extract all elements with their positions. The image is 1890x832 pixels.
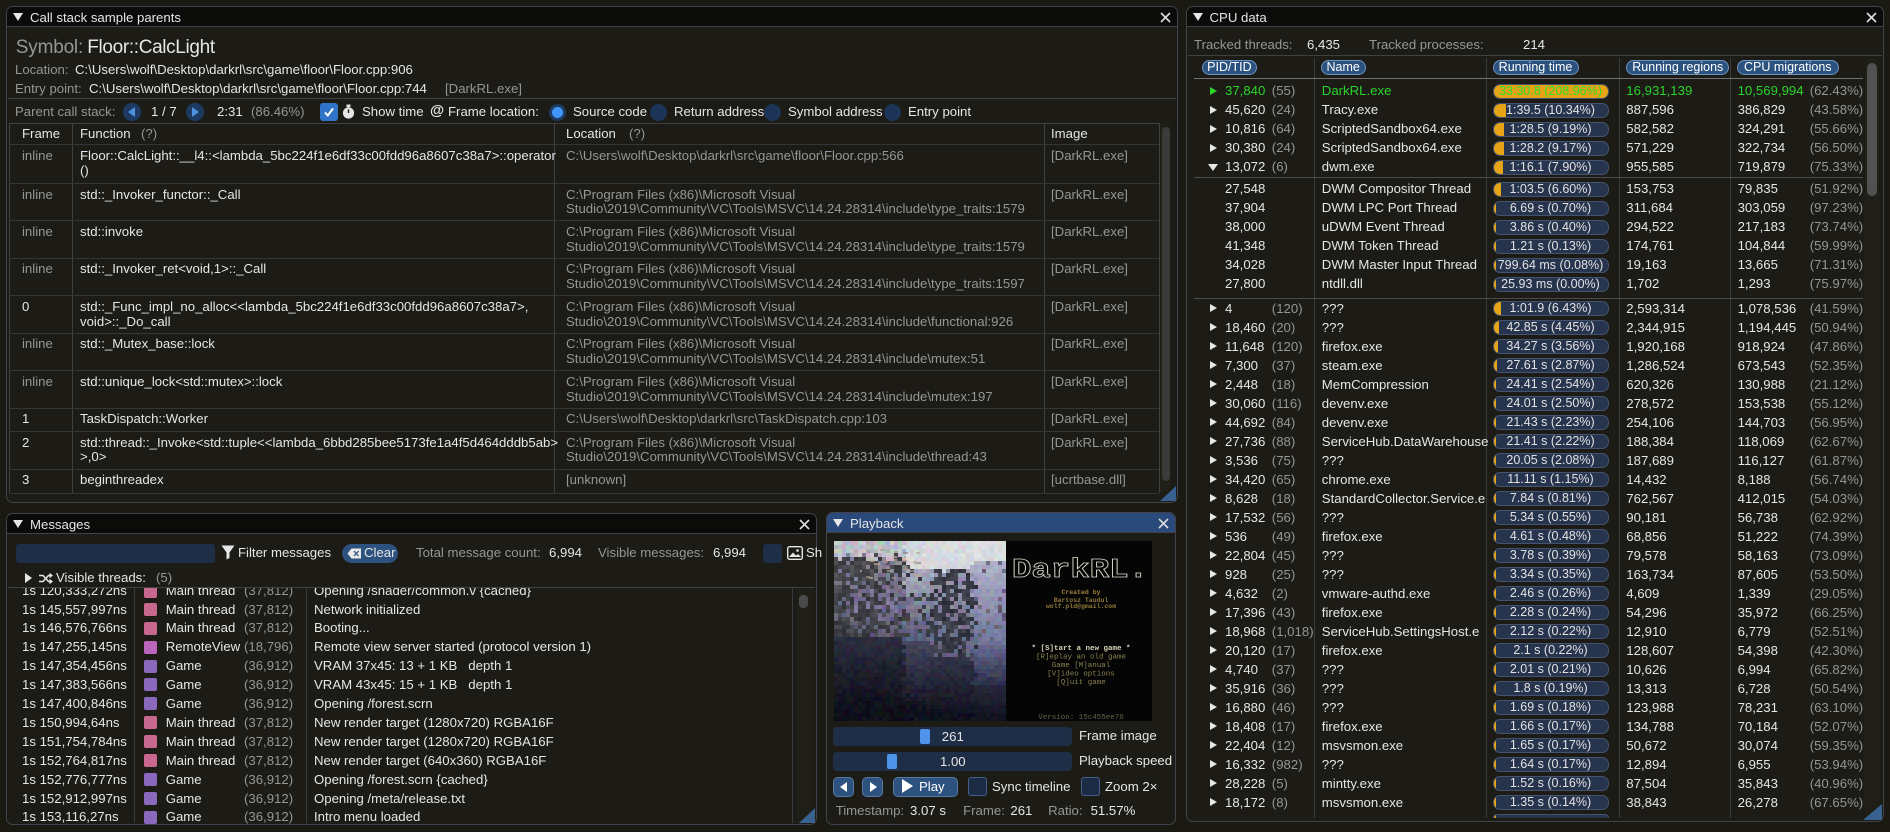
svg-text:DarkRL.: DarkRL. <box>1012 556 1148 586</box>
svg-text:[R]eplay an old game: [R]eplay an old game <box>1036 653 1126 661</box>
svg-text:Created by: Created by <box>1061 589 1100 596</box>
svg-text:[Q]uit game: [Q]uit game <box>1056 679 1106 687</box>
svg-text:wolf.pld@gmail.com: wolf.pld@gmail.com <box>1046 603 1116 610</box>
svg-text:[V]ideo options: [V]ideo options <box>1047 670 1115 678</box>
svg-text:Version: 15c455ee76: Version: 15c455ee76 <box>1038 714 1124 721</box>
svg-text:Game [M]anual: Game [M]anual <box>1052 662 1111 670</box>
svg-text:* [S]tart a new game *: * [S]tart a new game * <box>1031 645 1130 653</box>
